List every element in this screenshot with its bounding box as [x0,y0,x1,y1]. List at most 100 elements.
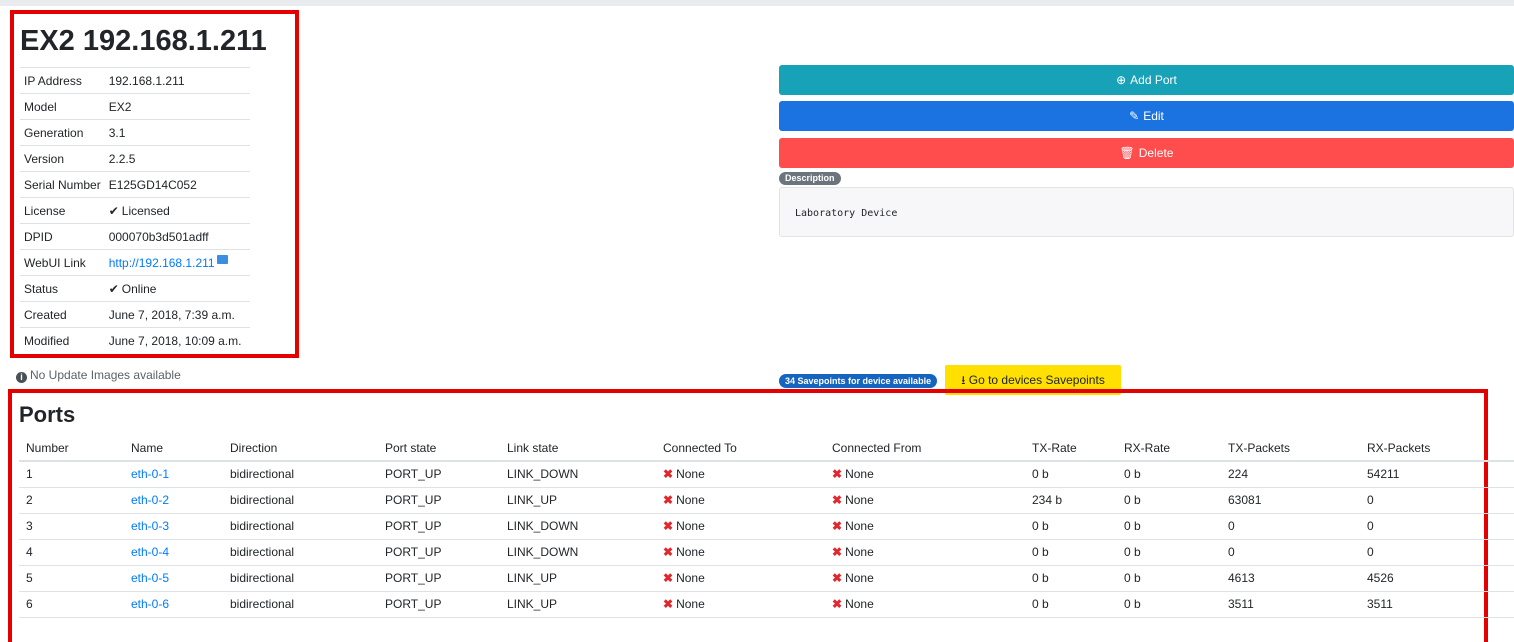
tx-packets: 63081 [1221,487,1360,514]
connected-from: ✖ None [825,539,1025,566]
col-tx-packets: TX-Packets [1221,435,1360,462]
connected-from: ✖ None [825,487,1025,514]
connected-to: ✖ None [656,461,825,488]
info-value: E125GD14C052 [104,171,250,198]
port-name-link[interactable]: eth-0-3 [131,519,169,533]
port-name-cell: eth-0-4 [124,539,223,566]
connected-from-value: None [845,519,874,533]
x-icon: ✖ [832,519,843,533]
add-port-label: Add Port [1130,73,1177,87]
port-row: 3 eth-0-3 bidirectional PORT_UP LINK_DOW… [19,513,1514,540]
savepoints-count-badge: 34 Savepoints for device available [779,374,938,388]
rx-rate: 0 b [1117,513,1221,540]
rx-rate: 0 b [1117,461,1221,488]
rx-packets: 3511 [1360,591,1514,618]
port-name-link[interactable]: eth-0-4 [131,545,169,559]
rx-packets: 54211 [1360,461,1514,488]
port-number: 2 [19,487,124,514]
add-port-button[interactable]: ⊕ Add Port [779,65,1514,95]
ports-header-row: Number Name Direction Port state Link st… [19,435,1514,462]
savepoints-label: Go to devices Savepoints [968,373,1105,387]
edit-label: Edit [1143,109,1164,123]
port-state: PORT_UP [378,513,500,540]
port-direction: bidirectional [223,539,378,566]
info-key: WebUI Link [20,249,105,276]
external-link-icon[interactable] [216,255,228,264]
x-icon: ✖ [832,571,843,585]
x-icon: ✖ [832,467,843,482]
x-icon: ✖ [832,493,843,507]
connected-to-value: None [676,519,705,533]
link-state: LINK_DOWN [500,539,656,566]
col-connected-from: Connected From [825,435,1025,462]
port-name-link[interactable]: eth-0-2 [131,493,169,507]
connected-to-value: None [676,493,705,507]
port-name-link[interactable]: eth-0-1 [131,467,169,481]
port-name-link[interactable]: eth-0-6 [131,597,169,611]
no-update-notice: i No Update Images available [16,368,181,383]
plus-circle-icon: ⊕ [1116,73,1127,87]
delete-label: Delete [1138,146,1174,160]
info-key: Created [20,301,105,328]
port-direction: bidirectional [223,565,378,592]
info-value: EX2 [104,93,250,120]
connected-from-value: None [845,467,874,482]
connected-to: ✖ None [656,591,825,618]
info-row-status: Status ✔ Online [20,275,250,302]
x-icon: ✖ [663,571,674,585]
license-status: ✔ Licensed [104,197,250,224]
port-row: 4 eth-0-4 bidirectional PORT_UP LINK_DOW… [19,539,1514,566]
connected-from-value: None [845,545,874,559]
info-key: IP Address [20,67,105,94]
connected-to: ✖ None [656,565,825,592]
port-state: PORT_UP [378,461,500,488]
tx-packets: 0 [1221,513,1360,540]
ports-title: Ports [19,402,76,427]
rx-rate: 0 b [1117,591,1221,618]
check-icon: ✔ [108,281,119,296]
connected-from-value: None [845,597,874,611]
info-value: June 7, 2018, 7:39 a.m. [104,301,250,328]
port-name-link[interactable]: eth-0-5 [131,571,169,585]
rx-packets: 0 [1360,539,1514,566]
webui-link[interactable]: http://192.168.1.211 [109,256,215,270]
rx-packets: 4526 [1360,565,1514,592]
info-key: Generation [20,119,105,146]
port-direction: bidirectional [223,591,378,618]
port-name-cell: eth-0-1 [124,461,223,488]
tx-packets: 4613 [1221,565,1360,592]
col-rx-rate: RX-Rate [1117,435,1221,462]
port-state: PORT_UP [378,539,500,566]
port-number: 5 [19,565,124,592]
info-key: Serial Number [20,171,105,198]
port-number: 6 [19,591,124,618]
link-state: LINK_DOWN [500,513,656,540]
status-value: Online [121,281,157,296]
port-state: PORT_UP [378,565,500,592]
col-tx-rate: TX-Rate [1025,435,1117,462]
connected-from: ✖ None [825,591,1025,618]
status-cell: ✔ Online [104,275,250,302]
rx-packets: 0 [1360,487,1514,514]
port-state: PORT_UP [378,487,500,514]
webui-cell: http://192.168.1.211 [104,249,250,276]
connected-from-value: None [845,571,874,585]
info-value: 192.168.1.211 [104,67,250,94]
delete-button[interactable]: 🗑 Delete [779,138,1514,168]
x-icon: ✖ [663,597,674,611]
info-key: Status [20,275,105,302]
x-icon: ✖ [663,467,674,482]
info-row-dpid: DPID 000070b3d501adff [20,223,250,250]
port-number: 4 [19,539,124,566]
device-title: EX2 192.168.1.211 [20,25,267,57]
info-value: June 7, 2018, 10:09 a.m. [104,327,250,354]
tx-packets: 0 [1221,539,1360,566]
port-state: PORT_UP [378,591,500,618]
x-icon: ✖ [663,493,674,507]
edit-button[interactable]: ✎ Edit [779,101,1514,131]
col-rx-packets: RX-Packets [1360,435,1514,462]
info-row-serial: Serial Number E125GD14C052 [20,171,250,198]
port-number: 3 [19,513,124,540]
info-key: Modified [20,327,105,354]
connected-to-value: None [676,545,705,559]
